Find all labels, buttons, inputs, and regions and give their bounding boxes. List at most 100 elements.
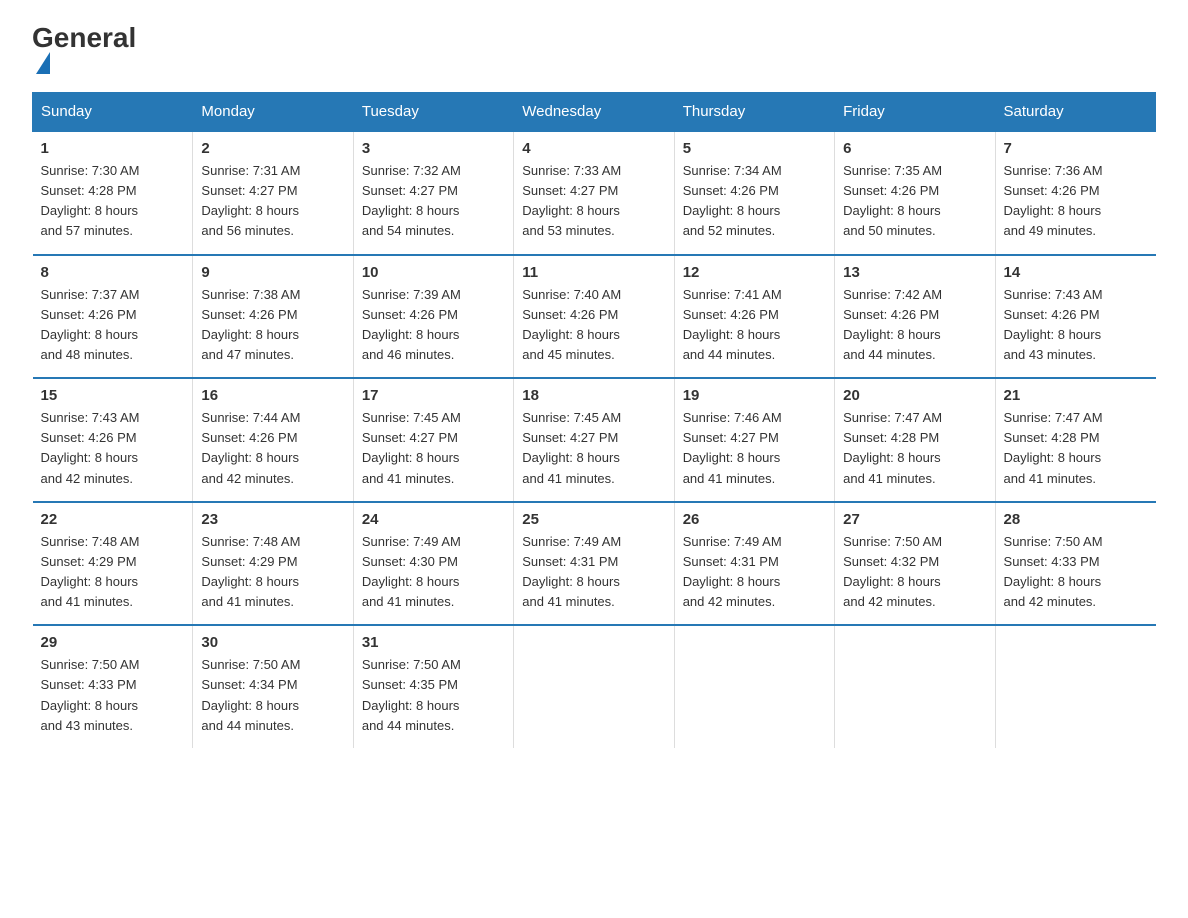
day-info: Sunrise: 7:38 AM Sunset: 4:26 PM Dayligh… xyxy=(201,285,344,366)
weekday-header-saturday: Saturday xyxy=(995,93,1155,132)
day-info: Sunrise: 7:49 AM Sunset: 4:31 PM Dayligh… xyxy=(522,532,665,613)
calendar-cell: 6 Sunrise: 7:35 AM Sunset: 4:26 PM Dayli… xyxy=(835,131,995,255)
calendar-cell: 4 Sunrise: 7:33 AM Sunset: 4:27 PM Dayli… xyxy=(514,131,674,255)
week-row-2: 8 Sunrise: 7:37 AM Sunset: 4:26 PM Dayli… xyxy=(33,255,1156,379)
day-info: Sunrise: 7:47 AM Sunset: 4:28 PM Dayligh… xyxy=(1004,408,1148,489)
day-info: Sunrise: 7:50 AM Sunset: 4:33 PM Dayligh… xyxy=(41,655,185,736)
day-number: 8 xyxy=(41,264,185,281)
day-info: Sunrise: 7:50 AM Sunset: 4:35 PM Dayligh… xyxy=(362,655,505,736)
day-info: Sunrise: 7:49 AM Sunset: 4:30 PM Dayligh… xyxy=(362,532,505,613)
day-number: 12 xyxy=(683,264,826,281)
calendar-cell: 25 Sunrise: 7:49 AM Sunset: 4:31 PM Dayl… xyxy=(514,502,674,626)
calendar-cell: 16 Sunrise: 7:44 AM Sunset: 4:26 PM Dayl… xyxy=(193,378,353,502)
day-number: 27 xyxy=(843,511,986,528)
day-info: Sunrise: 7:42 AM Sunset: 4:26 PM Dayligh… xyxy=(843,285,986,366)
logo-triangle-icon xyxy=(36,52,50,74)
weekday-header-thursday: Thursday xyxy=(674,93,834,132)
day-number: 15 xyxy=(41,387,185,404)
calendar-table: SundayMondayTuesdayWednesdayThursdayFrid… xyxy=(32,92,1156,748)
calendar-cell: 14 Sunrise: 7:43 AM Sunset: 4:26 PM Dayl… xyxy=(995,255,1155,379)
week-row-1: 1 Sunrise: 7:30 AM Sunset: 4:28 PM Dayli… xyxy=(33,131,1156,255)
day-info: Sunrise: 7:41 AM Sunset: 4:26 PM Dayligh… xyxy=(683,285,826,366)
day-number: 30 xyxy=(201,634,344,651)
day-number: 23 xyxy=(201,511,344,528)
day-info: Sunrise: 7:33 AM Sunset: 4:27 PM Dayligh… xyxy=(522,161,665,242)
day-number: 9 xyxy=(201,264,344,281)
day-number: 29 xyxy=(41,634,185,651)
day-info: Sunrise: 7:47 AM Sunset: 4:28 PM Dayligh… xyxy=(843,408,986,489)
day-number: 18 xyxy=(522,387,665,404)
day-info: Sunrise: 7:50 AM Sunset: 4:34 PM Dayligh… xyxy=(201,655,344,736)
calendar-cell: 5 Sunrise: 7:34 AM Sunset: 4:26 PM Dayli… xyxy=(674,131,834,255)
day-info: Sunrise: 7:40 AM Sunset: 4:26 PM Dayligh… xyxy=(522,285,665,366)
weekday-header-tuesday: Tuesday xyxy=(353,93,513,132)
calendar-cell: 31 Sunrise: 7:50 AM Sunset: 4:35 PM Dayl… xyxy=(353,625,513,748)
calendar-cell xyxy=(835,625,995,748)
day-info: Sunrise: 7:49 AM Sunset: 4:31 PM Dayligh… xyxy=(683,532,826,613)
day-info: Sunrise: 7:46 AM Sunset: 4:27 PM Dayligh… xyxy=(683,408,826,489)
calendar-cell: 24 Sunrise: 7:49 AM Sunset: 4:30 PM Dayl… xyxy=(353,502,513,626)
calendar-cell: 9 Sunrise: 7:38 AM Sunset: 4:26 PM Dayli… xyxy=(193,255,353,379)
weekday-header-sunday: Sunday xyxy=(33,93,193,132)
day-info: Sunrise: 7:32 AM Sunset: 4:27 PM Dayligh… xyxy=(362,161,505,242)
day-info: Sunrise: 7:31 AM Sunset: 4:27 PM Dayligh… xyxy=(201,161,344,242)
calendar-cell: 20 Sunrise: 7:47 AM Sunset: 4:28 PM Dayl… xyxy=(835,378,995,502)
day-number: 2 xyxy=(201,140,344,157)
day-number: 21 xyxy=(1004,387,1148,404)
week-row-4: 22 Sunrise: 7:48 AM Sunset: 4:29 PM Dayl… xyxy=(33,502,1156,626)
calendar-cell: 1 Sunrise: 7:30 AM Sunset: 4:28 PM Dayli… xyxy=(33,131,193,255)
day-number: 26 xyxy=(683,511,826,528)
day-info: Sunrise: 7:50 AM Sunset: 4:33 PM Dayligh… xyxy=(1004,532,1148,613)
day-info: Sunrise: 7:44 AM Sunset: 4:26 PM Dayligh… xyxy=(201,408,344,489)
weekday-header-monday: Monday xyxy=(193,93,353,132)
day-info: Sunrise: 7:34 AM Sunset: 4:26 PM Dayligh… xyxy=(683,161,826,242)
day-number: 28 xyxy=(1004,511,1148,528)
calendar-cell: 13 Sunrise: 7:42 AM Sunset: 4:26 PM Dayl… xyxy=(835,255,995,379)
calendar-cell: 2 Sunrise: 7:31 AM Sunset: 4:27 PM Dayli… xyxy=(193,131,353,255)
day-number: 1 xyxy=(41,140,185,157)
day-number: 13 xyxy=(843,264,986,281)
logo-blue-text xyxy=(32,52,50,74)
day-number: 20 xyxy=(843,387,986,404)
day-info: Sunrise: 7:37 AM Sunset: 4:26 PM Dayligh… xyxy=(41,285,185,366)
day-number: 22 xyxy=(41,511,185,528)
day-info: Sunrise: 7:43 AM Sunset: 4:26 PM Dayligh… xyxy=(1004,285,1148,366)
calendar-cell: 28 Sunrise: 7:50 AM Sunset: 4:33 PM Dayl… xyxy=(995,502,1155,626)
weekday-header-wednesday: Wednesday xyxy=(514,93,674,132)
day-number: 3 xyxy=(362,140,505,157)
calendar-cell: 17 Sunrise: 7:45 AM Sunset: 4:27 PM Dayl… xyxy=(353,378,513,502)
day-info: Sunrise: 7:48 AM Sunset: 4:29 PM Dayligh… xyxy=(201,532,344,613)
day-info: Sunrise: 7:45 AM Sunset: 4:27 PM Dayligh… xyxy=(522,408,665,489)
logo: General xyxy=(32,24,136,74)
weekday-header-row: SundayMondayTuesdayWednesdayThursdayFrid… xyxy=(33,93,1156,132)
day-info: Sunrise: 7:36 AM Sunset: 4:26 PM Dayligh… xyxy=(1004,161,1148,242)
calendar-cell: 10 Sunrise: 7:39 AM Sunset: 4:26 PM Dayl… xyxy=(353,255,513,379)
weekday-header-friday: Friday xyxy=(835,93,995,132)
day-number: 31 xyxy=(362,634,505,651)
calendar-cell: 26 Sunrise: 7:49 AM Sunset: 4:31 PM Dayl… xyxy=(674,502,834,626)
calendar-cell: 11 Sunrise: 7:40 AM Sunset: 4:26 PM Dayl… xyxy=(514,255,674,379)
day-info: Sunrise: 7:50 AM Sunset: 4:32 PM Dayligh… xyxy=(843,532,986,613)
day-info: Sunrise: 7:48 AM Sunset: 4:29 PM Dayligh… xyxy=(41,532,185,613)
day-info: Sunrise: 7:45 AM Sunset: 4:27 PM Dayligh… xyxy=(362,408,505,489)
calendar-cell: 7 Sunrise: 7:36 AM Sunset: 4:26 PM Dayli… xyxy=(995,131,1155,255)
day-number: 7 xyxy=(1004,140,1148,157)
day-number: 6 xyxy=(843,140,986,157)
calendar-cell: 8 Sunrise: 7:37 AM Sunset: 4:26 PM Dayli… xyxy=(33,255,193,379)
calendar-cell: 19 Sunrise: 7:46 AM Sunset: 4:27 PM Dayl… xyxy=(674,378,834,502)
day-info: Sunrise: 7:35 AM Sunset: 4:26 PM Dayligh… xyxy=(843,161,986,242)
calendar-cell: 21 Sunrise: 7:47 AM Sunset: 4:28 PM Dayl… xyxy=(995,378,1155,502)
calendar-cell: 29 Sunrise: 7:50 AM Sunset: 4:33 PM Dayl… xyxy=(33,625,193,748)
page-header: General xyxy=(32,24,1156,74)
day-number: 17 xyxy=(362,387,505,404)
week-row-5: 29 Sunrise: 7:50 AM Sunset: 4:33 PM Dayl… xyxy=(33,625,1156,748)
day-number: 24 xyxy=(362,511,505,528)
day-info: Sunrise: 7:30 AM Sunset: 4:28 PM Dayligh… xyxy=(41,161,185,242)
day-info: Sunrise: 7:43 AM Sunset: 4:26 PM Dayligh… xyxy=(41,408,185,489)
calendar-cell: 12 Sunrise: 7:41 AM Sunset: 4:26 PM Dayl… xyxy=(674,255,834,379)
calendar-cell: 18 Sunrise: 7:45 AM Sunset: 4:27 PM Dayl… xyxy=(514,378,674,502)
calendar-cell: 30 Sunrise: 7:50 AM Sunset: 4:34 PM Dayl… xyxy=(193,625,353,748)
day-number: 19 xyxy=(683,387,826,404)
calendar-cell: 15 Sunrise: 7:43 AM Sunset: 4:26 PM Dayl… xyxy=(33,378,193,502)
calendar-cell: 22 Sunrise: 7:48 AM Sunset: 4:29 PM Dayl… xyxy=(33,502,193,626)
